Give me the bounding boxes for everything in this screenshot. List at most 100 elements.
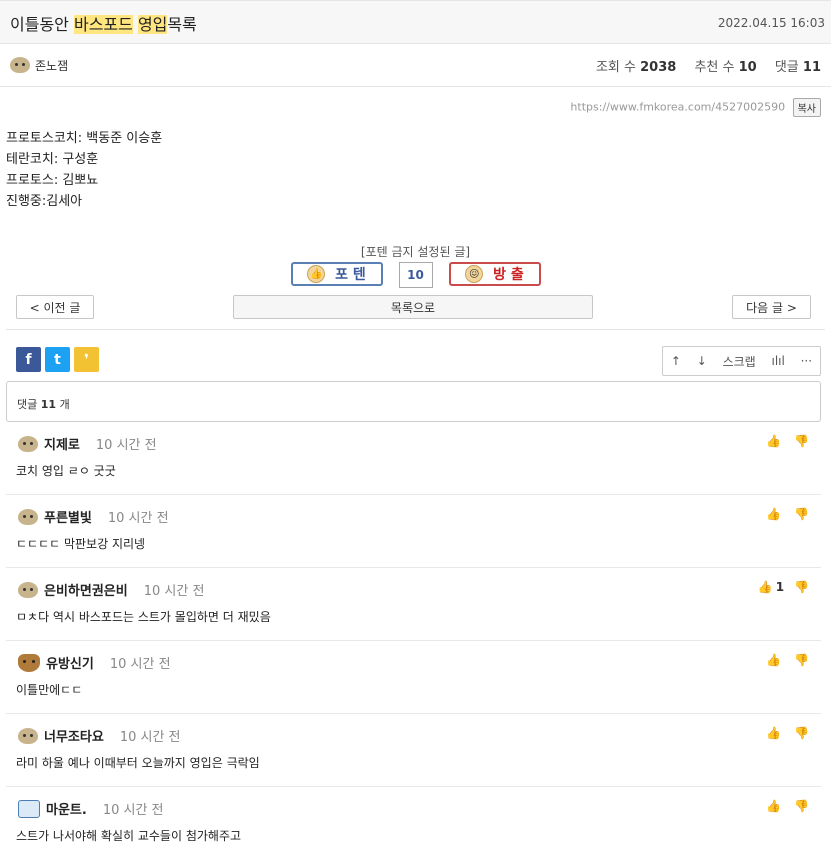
post-meta: 존노잼 조회 수 2038 추천 수 10 댓글 11 [0, 44, 831, 87]
post-tools: ↑ ↓ 스크랩 ılıl ··· [662, 346, 821, 376]
copy-url-button[interactable]: 복사 [792, 98, 821, 117]
comment-author[interactable]: 마운트. [46, 799, 87, 818]
stats-icon[interactable]: ılıl [771, 354, 784, 368]
comment-count-number: 11 [40, 398, 57, 411]
title-text: 이틀동안 [10, 15, 74, 34]
comment-like-icon[interactable]: 👍 1 [758, 580, 784, 594]
comment-author[interactable]: 너무조타요 [44, 726, 104, 745]
comment-time: 10 시간 전 [109, 657, 171, 672]
body-line: 프로토스: 김뽀뇨 [6, 173, 99, 188]
body-line: 프로토스코치: 백동준 이승훈 [6, 131, 163, 146]
comment-header: 유방신기 10 시간 전 [18, 653, 171, 672]
comment-text: 스트가 나서야해 확실히 교수들이 첨가해주고 [16, 829, 242, 843]
post-title: 이틀동안 바스포드 영입목록 [10, 11, 197, 35]
comment-text: 코치 영입 ㄹㅇ 굿굿 [16, 464, 116, 478]
comment-header: 마운트. 10 시간 전 [18, 799, 164, 818]
vote-row: 👍 포 텐 10 😖 방 출 [0, 262, 831, 288]
comment-dislike-icon[interactable]: 👎 [794, 726, 809, 740]
user-avatar-icon [18, 508, 38, 525]
user-avatar-icon [18, 727, 38, 744]
comment-time: 10 시간 전 [107, 511, 169, 526]
scroll-up-icon[interactable]: ↑ [671, 354, 681, 368]
comment-votes: 👍 👎 [766, 507, 809, 521]
author-name[interactable]: 존노잼 [35, 57, 68, 74]
prev-post-button[interactable]: < 이전 글 [16, 295, 94, 319]
kakao-share-icon[interactable]: ❜ [74, 347, 99, 372]
comment-votes: 👍 👎 [766, 799, 809, 813]
user-avatar-icon [18, 581, 38, 598]
comment-text: 라미 하울 예나 이때부터 오늘까지 영입은 극락임 [16, 756, 260, 770]
comment-text: ㄷㄷㄷㄷ 막판보강 지리넹 [16, 537, 146, 551]
body-line: 테란코치: 구성훈 [6, 152, 99, 167]
comment-like-icon[interactable]: 👍 [766, 726, 784, 740]
comment-like-icon[interactable]: 👍 [766, 507, 784, 521]
post-body: 프로토스코치: 백동준 이승훈 테란코치: 구성훈 프로토스: 김뽀뇨 진행중:… [6, 128, 162, 212]
post-url[interactable]: https://www.fmkorea.com/4527002590 [570, 101, 785, 114]
comment-dislike-icon[interactable]: 👎 [794, 434, 809, 448]
title-highlight: 바스포드 [73, 15, 133, 34]
next-post-button[interactable]: 다음 글 > [732, 295, 811, 319]
comment-header: 지제로 10 시간 전 [18, 434, 157, 453]
ghost-avatar-icon [18, 799, 40, 818]
comments-count: 11 [802, 60, 821, 75]
post-date: 2022.04.15 16:03 [717, 16, 825, 30]
post-stats: 조회 수 2038 추천 수 10 댓글 11 [596, 56, 821, 75]
post-url-row: https://www.fmkorea.com/4527002590 복사 [570, 98, 821, 117]
title-highlight: 영입 [137, 15, 168, 34]
comments-label: 댓글 [774, 60, 799, 75]
twitter-share-icon[interactable]: t [45, 347, 70, 372]
comment-dislike-icon[interactable]: 👎 [794, 507, 809, 521]
user-avatar-icon [18, 435, 38, 452]
comment-like-icon[interactable]: 👍 [766, 653, 784, 667]
post-header: 이틀동안 바스포드 영입목록 2022.04.15 16:03 [0, 0, 831, 44]
comment-time: 10 시간 전 [102, 803, 164, 818]
comment-dislike-icon[interactable]: 👎 [794, 580, 809, 594]
comment-author[interactable]: 은비하면권은비 [44, 580, 128, 599]
comment-time: 10 시간 전 [119, 730, 181, 745]
comment-text: ㅁㅊ다 역시 바스포드는 스트가 몰입하면 더 재밌음 [16, 610, 271, 624]
back-to-list-button[interactable]: 목록으로 [233, 295, 593, 319]
likes-count: 10 [738, 60, 757, 75]
comment-time: 10 시간 전 [95, 438, 157, 453]
downvote-button[interactable]: 😖 방 출 [448, 262, 541, 286]
post-navigation: < 이전 글 목록으로 다음 글 > [0, 295, 831, 319]
comment-item: 마운트. 10 시간 전 스트가 나서야해 확실히 교수들이 첨가해주고 👍 👎 [6, 787, 821, 846]
comment-author[interactable]: 지제로 [44, 434, 80, 453]
comment-count-text: 댓글 11 개 [17, 396, 70, 412]
views-label: 조회 수 [595, 60, 636, 75]
comment-item: 푸른별빛 10 시간 전 ㄷㄷㄷㄷ 막판보강 지리넹 👍 👎 [6, 495, 821, 568]
dog-avatar-icon [18, 653, 40, 672]
comment-item: 유방신기 10 시간 전 이틀만에ㄷㄷ 👍 👎 [6, 641, 821, 714]
comment-header: 너무조타요 10 시간 전 [18, 726, 181, 745]
comment-count-suffix: 개 [59, 398, 70, 411]
comment-text: 이틀만에ㄷㄷ [16, 683, 83, 697]
angry-face-icon: 😖 [465, 265, 484, 283]
comment-time: 10 시간 전 [143, 584, 205, 599]
comment-votes: 👍 👎 [766, 726, 809, 740]
comment-author[interactable]: 푸른별빛 [44, 507, 92, 526]
scrap-button[interactable]: 스크랩 [723, 353, 756, 370]
comment-votes: 👍 👎 [766, 653, 809, 667]
vote-note: [포텐 금지 설정된 글] [360, 245, 471, 259]
comment-item: 은비하면권은비 10 시간 전 ㅁㅊ다 역시 바스포드는 스트가 몰입하면 더 … [6, 568, 821, 641]
more-icon[interactable]: ··· [801, 354, 812, 368]
title-text: 목록 [167, 15, 197, 34]
scroll-down-icon[interactable]: ↓ [697, 354, 707, 368]
comment-count-label: 댓글 [17, 398, 38, 411]
divider [6, 329, 825, 330]
comment-header: 은비하면권은비 10 시간 전 [18, 580, 204, 599]
comment-dislike-icon[interactable]: 👎 [794, 653, 809, 667]
comment-votes: 👍 1 👎 [758, 580, 809, 594]
comment-like-icon[interactable]: 👍 [766, 434, 784, 448]
downvote-label: 방 출 [493, 267, 524, 283]
likes-label: 추천 수 [694, 60, 735, 75]
comment-author[interactable]: 유방신기 [46, 653, 94, 672]
facebook-share-icon[interactable]: f [16, 347, 41, 372]
upvote-button[interactable]: 👍 포 텐 [290, 262, 383, 286]
author-avatar-icon [10, 57, 30, 73]
comment-like-icon[interactable]: 👍 [766, 799, 784, 813]
comment-votes: 👍 👎 [766, 434, 809, 448]
share-buttons: f t ❜ [16, 347, 99, 372]
comment-count-box: 댓글 11 개 [6, 381, 821, 422]
comment-dislike-icon[interactable]: 👎 [794, 799, 809, 813]
